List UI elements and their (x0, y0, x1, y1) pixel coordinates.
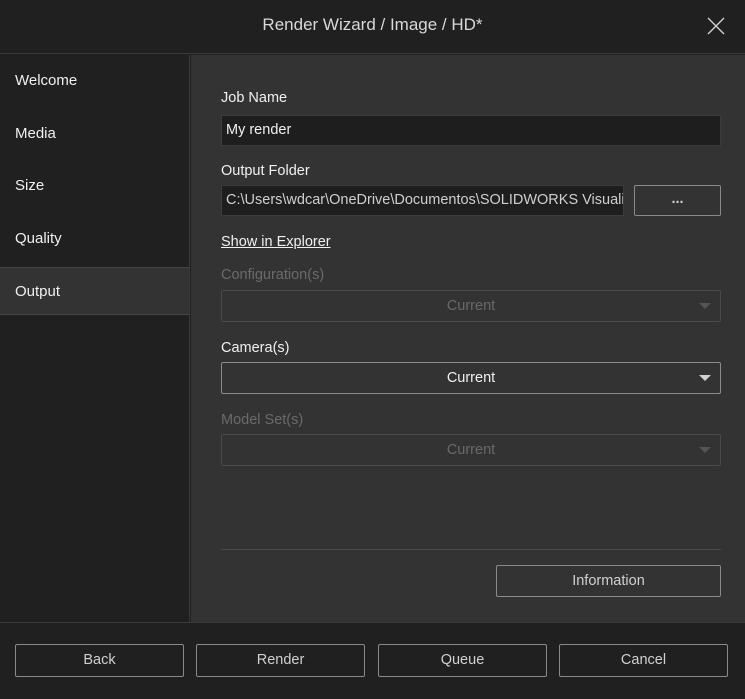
footer: Back Render Queue Cancel (0, 622, 745, 699)
model-sets-value: Current (446, 442, 496, 458)
back-button[interactable]: Back (15, 644, 184, 677)
chevron-down-icon (699, 447, 711, 453)
sidebar-item-size[interactable]: Size (0, 162, 189, 210)
close-icon[interactable] (705, 15, 727, 37)
model-sets-dropdown: Current (221, 434, 721, 466)
model-sets-label: Model Set(s) (221, 412, 304, 428)
browse-folder-button[interactable]: ... (634, 185, 721, 216)
job-name-input[interactable]: My render (221, 115, 721, 146)
job-name-label: Job Name (221, 90, 288, 106)
sidebar: Welcome Media Size Quality Output (0, 55, 190, 622)
sidebar-item-welcome[interactable]: Welcome (0, 57, 189, 105)
information-button[interactable]: Information (496, 565, 721, 597)
sidebar-item-media[interactable]: Media (0, 110, 189, 158)
output-panel: Job Name My render Output Folder C:\User… (191, 55, 745, 622)
configurations-dropdown: Current (221, 290, 721, 322)
output-folder-input[interactable]: C:\Users\wdcar\OneDrive\Documentos\SOLID… (221, 185, 624, 216)
cameras-label: Camera(s) (221, 340, 290, 356)
sidebar-item-quality[interactable]: Quality (0, 215, 189, 263)
output-folder-label: Output Folder (221, 163, 310, 179)
divider (221, 549, 721, 550)
cameras-value: Current (446, 370, 496, 386)
chevron-down-icon (699, 375, 711, 381)
chevron-down-icon (699, 303, 711, 309)
cancel-button[interactable]: Cancel (559, 644, 728, 677)
cameras-dropdown[interactable]: Current (221, 362, 721, 394)
render-button[interactable]: Render (196, 644, 365, 677)
sidebar-item-output[interactable]: Output (0, 267, 189, 315)
title-bar: Render Wizard / Image / HD* (0, 0, 745, 54)
configurations-value: Current (446, 298, 496, 314)
window-title: Render Wizard / Image / HD* (262, 15, 483, 34)
configurations-label: Configuration(s) (221, 267, 325, 283)
show-in-explorer-link[interactable]: Show in Explorer (221, 234, 331, 250)
queue-button[interactable]: Queue (378, 644, 547, 677)
